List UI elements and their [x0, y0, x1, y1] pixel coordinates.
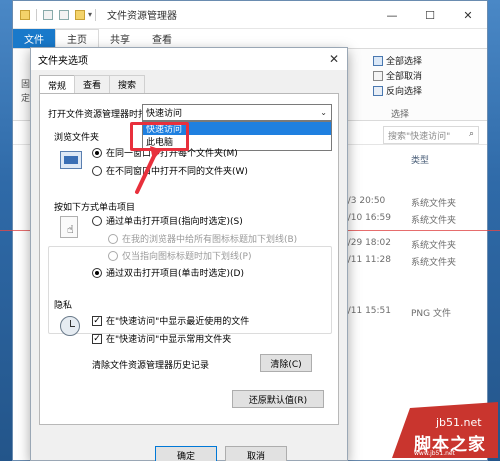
- minimize-button[interactable]: —: [373, 1, 411, 29]
- clear-history-button[interactable]: 清除(C): [260, 354, 312, 372]
- folder-icon: [20, 9, 30, 20]
- radio-dot: [92, 165, 102, 176]
- checkbox-icon[interactable]: [43, 9, 53, 20]
- dialog-close-button[interactable]: ✕: [329, 52, 339, 66]
- radio-dot: [108, 250, 118, 261]
- ribbon-left-label: 固: [21, 80, 31, 90]
- tab-view[interactable]: 查看: [141, 29, 183, 48]
- file-row-date: 8/11 15:51: [342, 306, 392, 316]
- tab-file[interactable]: 文件: [13, 29, 55, 48]
- radio-new-window[interactable]: 在不同窗口中打开不同的文件夹(W): [92, 164, 248, 177]
- window-title: 文件资源管理器: [107, 11, 178, 22]
- chevron-down-icon: ⌄: [320, 108, 327, 117]
- file-row-type: 系统文件夹: [411, 216, 457, 226]
- select-none-icon: [373, 70, 383, 81]
- radio-dot: [92, 147, 102, 158]
- folder-options-dialog: 文件夹选项 ✕ 常规 查看 搜索 打开文件资源管理器时打 快速访问 ⌄ 快速访问…: [30, 47, 348, 461]
- privacy-clock-icon: [60, 316, 80, 336]
- document-icon[interactable]: [59, 9, 69, 20]
- dialog-titlebar: 文件夹选项: [31, 48, 347, 70]
- maximize-button[interactable]: ☐: [411, 1, 449, 29]
- checkbox-frequent-folders[interactable]: ✓ 在"快速访问"中显示常用文件夹: [92, 332, 231, 345]
- ribbon-tabs: 文件 主页 共享 查看: [13, 29, 487, 49]
- new-folder-icon[interactable]: [75, 9, 85, 20]
- general-tab-panel: 打开文件资源管理器时打 快速访问 ⌄ 快速访问 此电脑 浏览文件夹 在同一窗口中…: [39, 93, 339, 425]
- select-value: 快速访问: [146, 109, 183, 119]
- privacy-heading: 隐私: [54, 301, 73, 311]
- browse-folders-heading: 浏览文件夹: [54, 133, 100, 143]
- window-controls: — ☐ ✕: [373, 1, 487, 29]
- select-all-icon: [373, 55, 383, 66]
- clear-history-label: 清除文件资源管理器历史记录: [92, 361, 210, 371]
- search-placeholder: 搜索"快速访问": [388, 131, 451, 142]
- file-row-type: 系统文件夹: [411, 258, 457, 268]
- column-header-type[interactable]: 类型: [411, 153, 429, 166]
- annotation-highlight-box: [130, 122, 189, 151]
- tab-share[interactable]: 共享: [99, 29, 141, 48]
- open-explorer-label: 打开文件资源管理器时打: [48, 110, 148, 120]
- tab-view[interactable]: 查看: [74, 75, 111, 93]
- tab-search[interactable]: 搜索: [109, 75, 146, 93]
- cancel-button[interactable]: 取消: [225, 446, 287, 461]
- checkbox-recent-files[interactable]: ✓ 在"快速访问"中显示最近使用的文件: [92, 314, 249, 327]
- dialog-title: 文件夹选项: [38, 55, 88, 67]
- ribbon-left-label: 定: [21, 94, 31, 104]
- browse-folders-icon: [60, 151, 82, 169]
- open-explorer-select[interactable]: 快速访问 ⌄: [142, 104, 332, 121]
- radio-double-click[interactable]: 通过双击打开项目(单击时选定)(D): [92, 266, 244, 279]
- invert-selection-icon: [373, 85, 383, 96]
- file-row-date: 7/29 18:02: [342, 238, 392, 248]
- separator: [95, 8, 97, 21]
- watermark-logo: jb51.net 脚本之家 www.jb51.net: [392, 400, 498, 458]
- search-icon: ⌕: [468, 129, 474, 139]
- file-row-date: 8/3 20:50: [342, 196, 386, 206]
- radio-dot: [92, 215, 102, 226]
- select-all-button[interactable]: 全部选择: [373, 54, 422, 67]
- watermark-site: jb51.net: [436, 416, 482, 429]
- ok-button[interactable]: 确定: [155, 446, 217, 461]
- tab-general[interactable]: 常规: [39, 75, 76, 94]
- watermark-url: www.jb51.net: [414, 450, 455, 457]
- radio-underline-point[interactable]: 仅当指向图标标题时加下划线(P): [108, 249, 251, 262]
- radio-single-click[interactable]: 通过单击打开项目(指向时选定)(S): [92, 214, 243, 227]
- dialog-tabs: 常规 查看 搜索: [39, 75, 146, 94]
- quick-access-dropdown-icon[interactable]: ▾: [88, 10, 92, 19]
- checkbox-checked-icon: ✓: [92, 333, 102, 344]
- radio-underline-browser[interactable]: 在我的浏览器中给所有图标标题加下划线(B): [108, 232, 297, 245]
- select-none-button[interactable]: 全部取消: [373, 69, 422, 82]
- checkbox-checked-icon: ✓: [92, 315, 102, 326]
- radio-dot: [92, 267, 102, 278]
- tab-home[interactable]: 主页: [55, 29, 99, 48]
- pointer-icon: ☝: [60, 216, 78, 238]
- restore-defaults-button[interactable]: 还原默认值(R): [232, 390, 324, 408]
- ribbon-group-label: 选择: [391, 110, 410, 120]
- search-input[interactable]: 搜索"快速访问" ⌕: [383, 126, 479, 144]
- file-row-date: 8/10 16:59: [342, 213, 392, 223]
- close-button[interactable]: ✕: [449, 1, 487, 29]
- file-row-type: PNG 文件: [411, 309, 451, 319]
- file-row-type: 系统文件夹: [411, 241, 457, 251]
- click-items-heading: 按如下方式单击项目: [54, 200, 139, 213]
- explorer-titlebar: ▾ 文件资源管理器 — ☐ ✕: [13, 1, 487, 29]
- radio-dot: [108, 233, 118, 244]
- invert-selection-button[interactable]: 反向选择: [373, 84, 422, 97]
- file-row-type: 系统文件夹: [411, 199, 457, 209]
- file-row-date: 8/11 11:28: [342, 255, 392, 265]
- separator: [36, 8, 37, 21]
